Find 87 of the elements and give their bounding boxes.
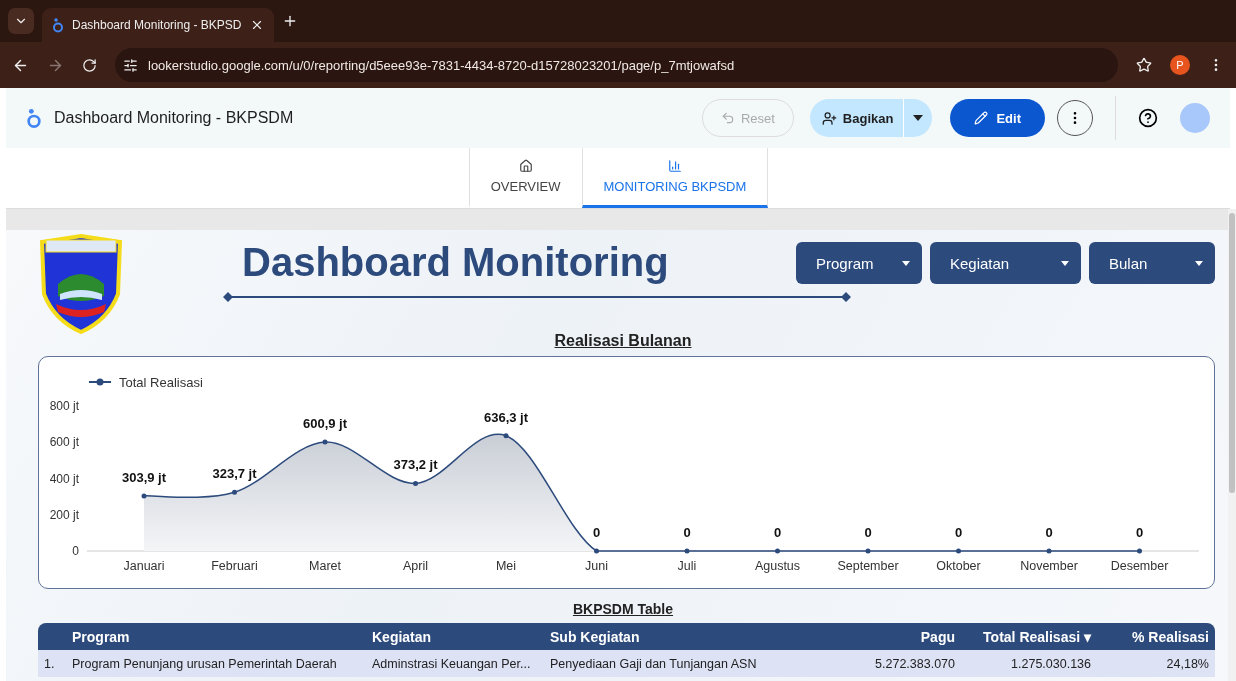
pencil-icon [974,111,989,125]
close-icon[interactable] [250,18,264,32]
x-axis-label: Desember [1110,559,1169,573]
data-label: 0 [683,525,691,540]
data-point [956,548,961,554]
data-label: 0 [592,525,601,540]
chart-title: Realisasi Bulanan [554,332,693,350]
caret-icon [913,115,924,121]
legend-marker-icon [88,378,112,386]
filter-dropdown[interactable]: Kegiatan [930,242,1081,284]
profile-avatar[interactable]: P [1170,55,1190,75]
table-cell-text: Penyediaan Gaji dan Tunjangan ASN [550,656,758,671]
column-header[interactable]: % Realisasi [1097,628,1215,645]
data-point [503,433,509,439]
bookmark-star-icon[interactable] [1136,57,1152,73]
data-point [1046,548,1052,554]
undo-icon [720,111,735,125]
browser-tab[interactable]: Dashboard Monitoring - BKPSD [42,8,274,42]
x-axis-label: Februari [211,559,258,573]
column-header[interactable]: Program [72,628,372,645]
data-point [775,548,780,554]
data-label: 373,2 jt [393,457,438,473]
table-cell-text: Adminstrasi Keuangan Per... [372,656,532,671]
home-icon [518,159,533,173]
data-point [684,548,690,554]
y-axis-label: 200 jt [49,507,79,522]
legend-label: Total Realisasi [119,375,203,390]
table-cell-text: 5.272.383.070 [874,656,956,671]
x-axis-label: Maret [309,559,341,573]
filter-dropdown[interactable]: Bulan [1089,242,1215,284]
new-tab-icon[interactable] [282,13,298,29]
filter-dropdown[interactable]: Program [796,242,922,284]
column-header[interactable]: Kegiatan [372,628,550,645]
column-header[interactable]: Sub Kegiatan [550,628,820,645]
bar-chart-icon [667,159,682,173]
data-label: 636,3 jt [483,409,529,425]
data-label: 0 [864,525,872,540]
y-axis-label: 0 [72,544,79,558]
report-title: Dashboard Monitoring - BKPSDM [54,109,295,127]
x-axis-label: April [403,559,428,573]
y-axis-label: 400 jt [49,471,79,486]
data-label: 323,7 jt [212,466,257,482]
table-cell-text: Program Penunjang urusan Pemerintah Daerah [72,656,338,671]
data-label: 0 [773,525,782,540]
x-axis-label: November [1020,559,1078,573]
table-cell-text: 24,18% [1165,656,1210,671]
data-point [594,548,599,554]
data-label: 0 [1135,525,1144,540]
caret-icon [1061,260,1069,266]
data-point [322,439,328,445]
add-person-icon [821,110,837,126]
x-axis-label: September [837,559,899,573]
data-label: 0 [1045,525,1053,540]
y-axis-label: 800 jt [49,399,79,413]
x-axis-label: Januari [123,559,165,573]
data-label: 303,9 jt [121,469,167,485]
column-header[interactable]: Total Realisasi ▾ [961,628,1097,645]
address-bar[interactable]: lookerstudio.google.com/u/0/reporting/d5eee93e-7831-4434-8720-d15728023201/page/p_7mtjowafsd [115,48,1118,82]
dashboard-title: Dashboard Monitoring [242,240,670,285]
data-label: 600,9 jt [302,416,348,432]
data-point [1137,548,1142,554]
url-text: lookerstudio.google.com/u/0/reporting/d5eee93e-7831-4434-8720-d15728023201/page/p_7mtjowafsd [148,57,735,73]
x-axis-label: Agustus [754,559,801,573]
x-axis-label: Juli [677,559,697,573]
tab-list-button[interactable] [8,8,34,34]
caret-icon [902,260,910,266]
table-title: BKPSDM Table [572,601,675,617]
data-point [413,480,418,486]
data-label: 0 [954,525,963,540]
site-settings-icon[interactable] [123,57,138,73]
y-axis-label: 600 jt [49,435,79,450]
data-point [865,548,871,554]
x-axis-label: Juni [585,559,608,573]
x-axis-label: Mei [495,559,517,573]
table-cell-text: 1.275.030.136 [1010,656,1092,671]
scrollbar[interactable] [1228,209,1236,681]
data-point [232,489,237,495]
edit-button[interactable]: Edit [950,99,1045,137]
caret-icon [1195,260,1203,266]
reload-icon[interactable] [82,57,97,73]
page-tab[interactable]: MONITORING BKPSDM [581,148,769,208]
x-axis-label: Oktober [936,559,981,573]
tab-title: Dashboard Monitoring - BKPSD [72,18,242,32]
table-cell-text: 1. [43,656,56,671]
data-point [141,493,147,499]
column-header[interactable]: Pagu [820,628,961,645]
help-icon[interactable] [1138,108,1158,128]
